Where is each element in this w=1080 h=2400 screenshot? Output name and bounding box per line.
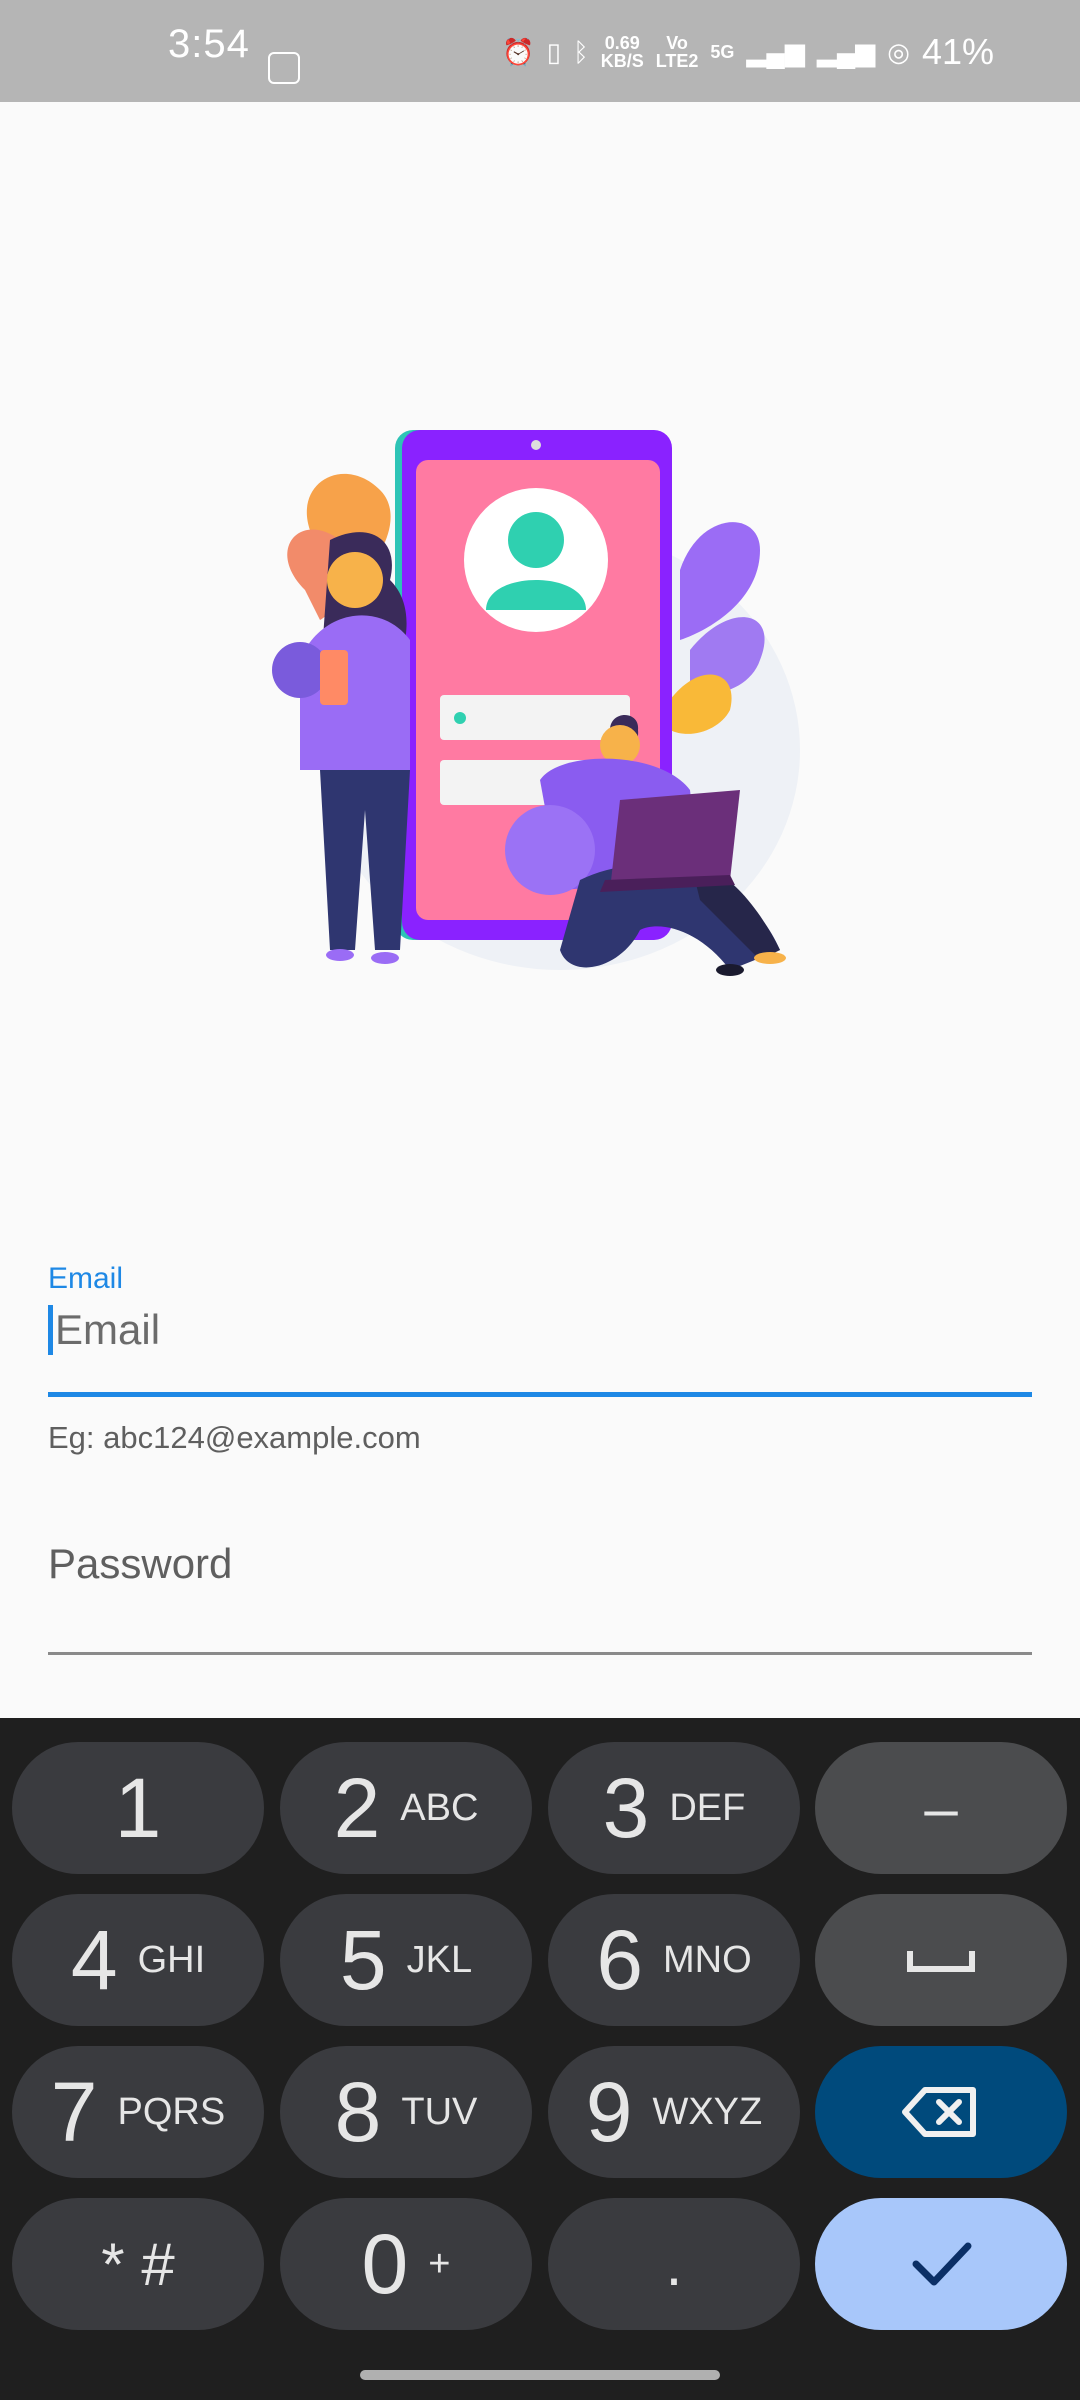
key-4[interactable]: 4 GHI xyxy=(12,1894,264,2026)
gesture-nav-handle[interactable] xyxy=(360,2370,720,2380)
email-field[interactable]: Email xyxy=(48,1300,1032,1360)
key-6[interactable]: 6 MNO xyxy=(548,1894,800,2026)
text-cursor xyxy=(48,1305,53,1355)
volte-bottom: LTE2 xyxy=(655,51,699,71)
key-digit: 4 xyxy=(70,1912,118,2007)
space-icon xyxy=(907,1951,975,1972)
key-backspace[interactable] xyxy=(815,2046,1067,2178)
signal-icon: ▂▄▆ xyxy=(746,37,805,67)
key-digit: 3 xyxy=(602,1760,650,1855)
volte-indicator: Vo LTE2 xyxy=(656,34,699,70)
email-helper-text: Eg: abc124@example.com xyxy=(48,1420,421,1455)
data-saver-icon: ◎ xyxy=(887,37,910,67)
key-letters: MNO xyxy=(663,1938,752,1981)
battery-level: 41% xyxy=(921,31,994,72)
key-star-hash[interactable]: * # xyxy=(12,2198,264,2330)
net-speed: 0.69 KB/S xyxy=(601,34,644,70)
key-7[interactable]: 7 PQRS xyxy=(12,2046,264,2178)
star-hash-symbol: * # xyxy=(101,2230,175,2298)
key-1[interactable]: 1 xyxy=(12,1742,264,1874)
key-digit: 7 xyxy=(50,2064,98,2159)
key-digit: 6 xyxy=(596,1912,644,2007)
status-time: 3:54 xyxy=(168,22,250,66)
vibrate-icon: ▯ xyxy=(546,37,562,67)
check-icon xyxy=(912,2242,972,2286)
password-underline xyxy=(48,1652,1032,1655)
signal-icon-2: ▂▄▆ xyxy=(816,37,876,67)
key-letters: GHI xyxy=(137,1938,206,1981)
key-letters: ABC xyxy=(400,1786,479,1829)
network-type: 5G xyxy=(710,42,735,62)
alarm-icon: ⏰ xyxy=(502,37,535,67)
email-placeholder: Email xyxy=(55,1306,161,1353)
period-symbol: . xyxy=(665,2230,683,2298)
key-digit: 8 xyxy=(334,2064,382,2159)
key-3[interactable]: 3 DEF xyxy=(548,1742,800,1874)
key-8[interactable]: 8 TUV xyxy=(280,2046,532,2178)
key-done[interactable] xyxy=(815,2198,1067,2330)
backspace-icon xyxy=(902,2087,976,2137)
key-minus[interactable]: – xyxy=(815,1742,1067,1874)
email-floating-label: Email xyxy=(48,1262,124,1295)
status-bar: 3:54 ⏰ ▯ ᛒ 0.69 KB/S Vo LTE2 5G ▂▄▆ ▂▄▆ … xyxy=(0,0,1080,102)
key-digit: 5 xyxy=(339,1912,387,2007)
key-letters: PQRS xyxy=(117,2090,226,2133)
key-letters: WXYZ xyxy=(652,2090,763,2133)
net-speed-unit: KB/S xyxy=(600,51,644,71)
key-letters: TUV xyxy=(401,2090,478,2133)
notification-icon xyxy=(268,52,300,84)
net-speed-value: 0.69 xyxy=(604,33,640,53)
key-5[interactable]: 5 JKL xyxy=(280,1894,532,2026)
key-letters: DEF xyxy=(669,1786,746,1829)
key-9[interactable]: 9 WXYZ xyxy=(548,2046,800,2178)
key-digit: 0 xyxy=(361,2216,409,2311)
key-digit: 9 xyxy=(585,2064,633,2159)
email-underline-focused xyxy=(48,1392,1032,1397)
numeric-keyboard: 1 2 ABC 3 DEF – 4 GHI 5 JKL 6 MNO 7 PQRS… xyxy=(0,1718,1080,2400)
minus-symbol: – xyxy=(924,1774,958,1842)
key-space[interactable] xyxy=(815,1894,1067,2026)
key-letters: + xyxy=(428,2242,451,2285)
key-0[interactable]: 0 + xyxy=(280,2198,532,2330)
key-period[interactable]: . xyxy=(548,2198,800,2330)
login-illustration xyxy=(272,430,800,976)
key-letters: JKL xyxy=(406,1938,473,1981)
key-2[interactable]: 2 ABC xyxy=(280,1742,532,1874)
key-digit: 1 xyxy=(114,1760,162,1855)
status-icons: ⏰ ▯ ᛒ 0.69 KB/S Vo LTE2 5G ▂▄▆ ▂▄▆ ◎ 41% xyxy=(502,22,994,82)
password-field[interactable]: Password xyxy=(48,1540,1032,1600)
bluetooth-icon: ᛒ xyxy=(573,37,589,67)
password-placeholder: Password xyxy=(48,1540,233,1587)
volte-top: Vo xyxy=(666,33,688,53)
key-digit: 2 xyxy=(333,1760,381,1855)
